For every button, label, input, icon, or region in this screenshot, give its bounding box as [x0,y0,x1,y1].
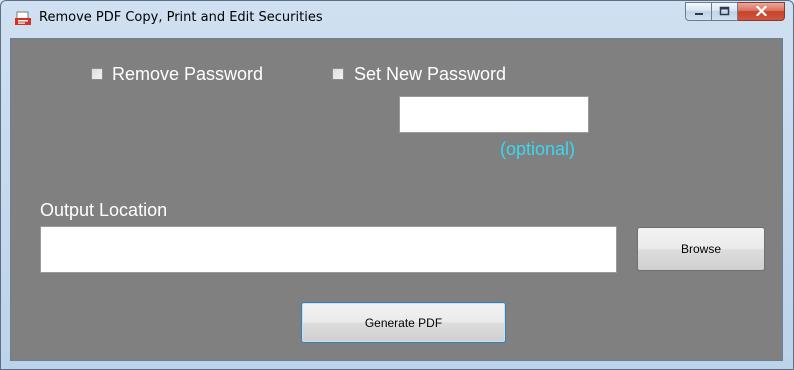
browse-button[interactable]: Browse [637,227,765,271]
minimize-button[interactable] [685,2,712,21]
new-password-input[interactable] [399,96,589,133]
window-controls [685,2,785,22]
generate-pdf-button[interactable]: Generate PDF [301,302,506,343]
app-window: Remove PDF Copy, Print and Edit Securiti… [0,0,794,370]
maximize-icon [719,3,730,21]
set-new-password-label[interactable]: Set New Password [354,64,506,84]
output-location-label: Output Location [40,200,168,220]
remove-password-checkbox[interactable] [91,68,103,80]
output-location-input[interactable] [40,226,617,273]
window-title: Remove PDF Copy, Print and Edit Securiti… [39,10,323,25]
pdf-app-icon [14,11,32,27]
form-client-area: Remove Password Set New Password (option… [10,38,783,361]
close-icon [755,3,767,21]
close-button[interactable] [738,2,785,21]
maximize-button[interactable] [712,2,738,21]
minimize-icon [694,3,704,21]
title-bar[interactable]: Remove PDF Copy, Print and Edit Securiti… [1,1,793,37]
set-new-password-checkbox[interactable] [332,68,344,80]
remove-password-label[interactable]: Remove Password [112,64,263,84]
optional-hint: (optional) [500,139,576,159]
